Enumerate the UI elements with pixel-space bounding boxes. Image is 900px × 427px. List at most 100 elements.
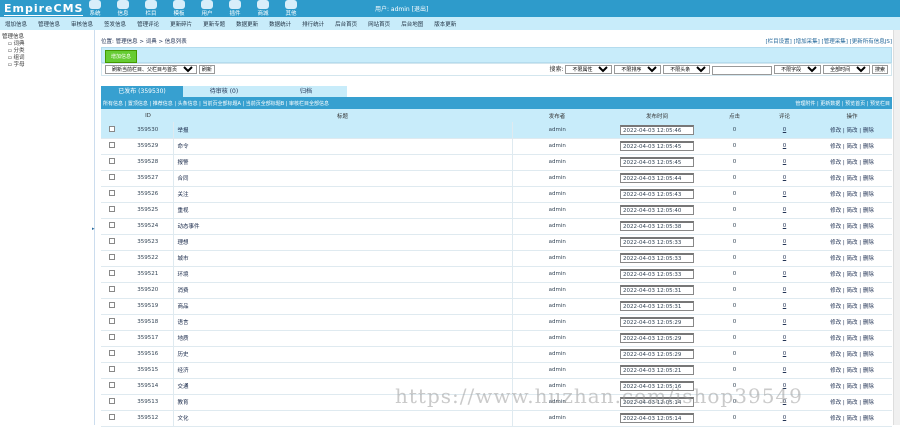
- row-title[interactable]: 语言: [172, 314, 512, 331]
- row-title[interactable]: 报警: [172, 154, 512, 171]
- row-title[interactable]: 举报: [172, 122, 512, 139]
- row-time[interactable]: 2022-04-03 12:05:44: [620, 173, 694, 183]
- row-comments[interactable]: 0: [783, 191, 787, 197]
- row-comments[interactable]: 0: [783, 143, 787, 149]
- tab-archive[interactable]: 归档: [265, 86, 347, 97]
- row-time[interactable]: 2022-04-03 12:05:21: [620, 365, 694, 375]
- row-actions[interactable]: 修改 | 简改 | 删除: [812, 346, 892, 363]
- row-actions[interactable]: 修改 | 简改 | 删除: [812, 250, 892, 267]
- row-checkbox[interactable]: [109, 158, 115, 164]
- row-comments[interactable]: 0: [783, 351, 787, 357]
- row-checkbox[interactable]: [109, 350, 115, 356]
- row-title[interactable]: 消费: [172, 282, 512, 299]
- menu-item[interactable]: 管理信息: [38, 20, 60, 28]
- row-title[interactable]: 合同: [172, 170, 512, 187]
- refresh-select[interactable]: 刷新当前栏目、父栏目与首页: [105, 65, 197, 74]
- nav-5[interactable]: 插件: [222, 0, 248, 17]
- row-actions[interactable]: 修改 | 简改 | 删除: [812, 394, 892, 411]
- row-title[interactable]: 重视: [172, 202, 512, 219]
- row-time[interactable]: 2022-04-03 12:05:40: [620, 205, 694, 215]
- row-actions[interactable]: 修改 | 简改 | 删除: [812, 314, 892, 331]
- menu-item[interactable]: 后台地图: [401, 20, 423, 28]
- menu-item[interactable]: 后台首页: [335, 20, 357, 28]
- row-time[interactable]: 2022-04-03 12:05:45: [620, 157, 694, 167]
- menu-item[interactable]: 增加信息: [5, 20, 27, 28]
- row-actions[interactable]: 修改 | 简改 | 删除: [812, 378, 892, 395]
- menu-item[interactable]: 签发信息: [104, 20, 126, 28]
- action-links[interactable]: 管理附件 | 更新数据 | 预览首页 | 预览栏目: [795, 100, 890, 107]
- sidebar-item[interactable]: ▫ 字母: [2, 62, 92, 69]
- row-time[interactable]: 2022-04-03 12:05:33: [620, 253, 694, 263]
- row-comments[interactable]: 0: [783, 127, 787, 133]
- row-time[interactable]: 2022-04-03 12:05:29: [620, 349, 694, 359]
- menu-item[interactable]: 更新专题: [203, 20, 225, 28]
- filter-links[interactable]: 所有信息 | 置顶信息 | 推荐信息 | 头条信息 | 当前页全部标题A | 当…: [103, 100, 329, 107]
- menu-item[interactable]: 更新碎片: [170, 20, 192, 28]
- row-comments[interactable]: 0: [783, 319, 787, 325]
- row-actions[interactable]: 修改 | 简改 | 删除: [812, 298, 892, 315]
- row-time[interactable]: 2022-04-03 12:05:33: [620, 237, 694, 247]
- row-comments[interactable]: 0: [783, 287, 787, 293]
- row-comments[interactable]: 0: [783, 303, 787, 309]
- nav-1[interactable]: 信息: [110, 0, 136, 17]
- row-comments[interactable]: 0: [783, 207, 787, 213]
- row-title[interactable]: 关注: [172, 186, 512, 203]
- nav-3[interactable]: 模板: [166, 0, 192, 17]
- row-title[interactable]: 城市: [172, 250, 512, 267]
- row-time[interactable]: 2022-04-03 12:05:45: [620, 141, 694, 151]
- sidebar-item[interactable]: ▫ 分类: [2, 48, 92, 55]
- row-comments[interactable]: 0: [783, 335, 787, 341]
- row-checkbox[interactable]: [109, 302, 115, 308]
- row-actions[interactable]: 修改 | 简改 | 删除: [812, 170, 892, 187]
- menu-item[interactable]: 排行统计: [302, 20, 324, 28]
- row-checkbox[interactable]: [109, 206, 115, 212]
- row-time[interactable]: 2022-04-03 12:05:31: [620, 285, 694, 295]
- row-comments[interactable]: 0: [783, 255, 787, 261]
- row-time[interactable]: 2022-04-03 12:05:14: [620, 413, 694, 423]
- sort-select[interactable]: 不限排序: [614, 65, 662, 75]
- tab-published[interactable]: 已发布 (359530): [101, 86, 183, 97]
- row-comments[interactable]: 0: [783, 367, 787, 373]
- menu-item[interactable]: 审核信息: [71, 20, 93, 28]
- row-checkbox[interactable]: [109, 174, 115, 180]
- nav-0[interactable]: 系统: [82, 0, 108, 17]
- menu-item[interactable]: 版本更新: [434, 20, 456, 28]
- sidebar-item[interactable]: ▫ 组词: [2, 55, 92, 62]
- row-checkbox[interactable]: [109, 254, 115, 260]
- user-info[interactable]: 用户: admin [退出]: [375, 4, 428, 13]
- headline-select[interactable]: 不限头条: [663, 65, 711, 75]
- row-title[interactable]: 动态事件: [172, 218, 512, 235]
- row-checkbox[interactable]: [109, 366, 115, 372]
- nav-7[interactable]: 其他: [278, 0, 304, 17]
- row-comments[interactable]: 0: [783, 175, 787, 181]
- row-actions[interactable]: 修改 | 简改 | 删除: [812, 218, 892, 235]
- row-title[interactable]: 理想: [172, 234, 512, 251]
- row-actions[interactable]: 修改 | 简改 | 删除: [812, 282, 892, 299]
- row-comments[interactable]: 0: [783, 271, 787, 277]
- row-title[interactable]: 地质: [172, 330, 512, 347]
- row-actions[interactable]: 修改 | 简改 | 删除: [812, 234, 892, 251]
- menu-item[interactable]: 管理评论: [137, 20, 159, 28]
- field-select[interactable]: 不限字段: [774, 65, 822, 75]
- row-title[interactable]: 历史: [172, 346, 512, 363]
- row-actions[interactable]: 修改 | 简改 | 删除: [812, 154, 892, 171]
- row-time[interactable]: 2022-04-03 12:05:43: [620, 189, 694, 199]
- row-time[interactable]: 2022-04-03 12:05:29: [620, 317, 694, 327]
- row-title[interactable]: 环境: [172, 266, 512, 283]
- collapse-sidebar-icon[interactable]: ▸: [92, 226, 95, 232]
- row-checkbox[interactable]: [109, 190, 115, 196]
- search-button[interactable]: 搜索: [871, 65, 888, 75]
- row-checkbox[interactable]: [109, 270, 115, 276]
- row-comments[interactable]: 0: [783, 239, 787, 245]
- add-info-button[interactable]: 增加信息: [105, 50, 138, 63]
- column-links[interactable]: [栏目设置] [增加采集] [管理采集] [更新所有信息JS]: [765, 37, 892, 47]
- row-checkbox[interactable]: [109, 238, 115, 244]
- row-checkbox[interactable]: [109, 334, 115, 340]
- menu-item[interactable]: 数据更新: [236, 20, 258, 28]
- row-time[interactable]: 2022-04-03 12:05:46: [620, 124, 694, 135]
- search-input[interactable]: [712, 65, 773, 75]
- row-title[interactable]: 文化: [172, 410, 512, 427]
- row-comments[interactable]: 0: [783, 415, 787, 421]
- row-time[interactable]: 2022-04-03 12:05:38: [620, 221, 694, 231]
- menu-item[interactable]: 数据统计: [269, 20, 291, 28]
